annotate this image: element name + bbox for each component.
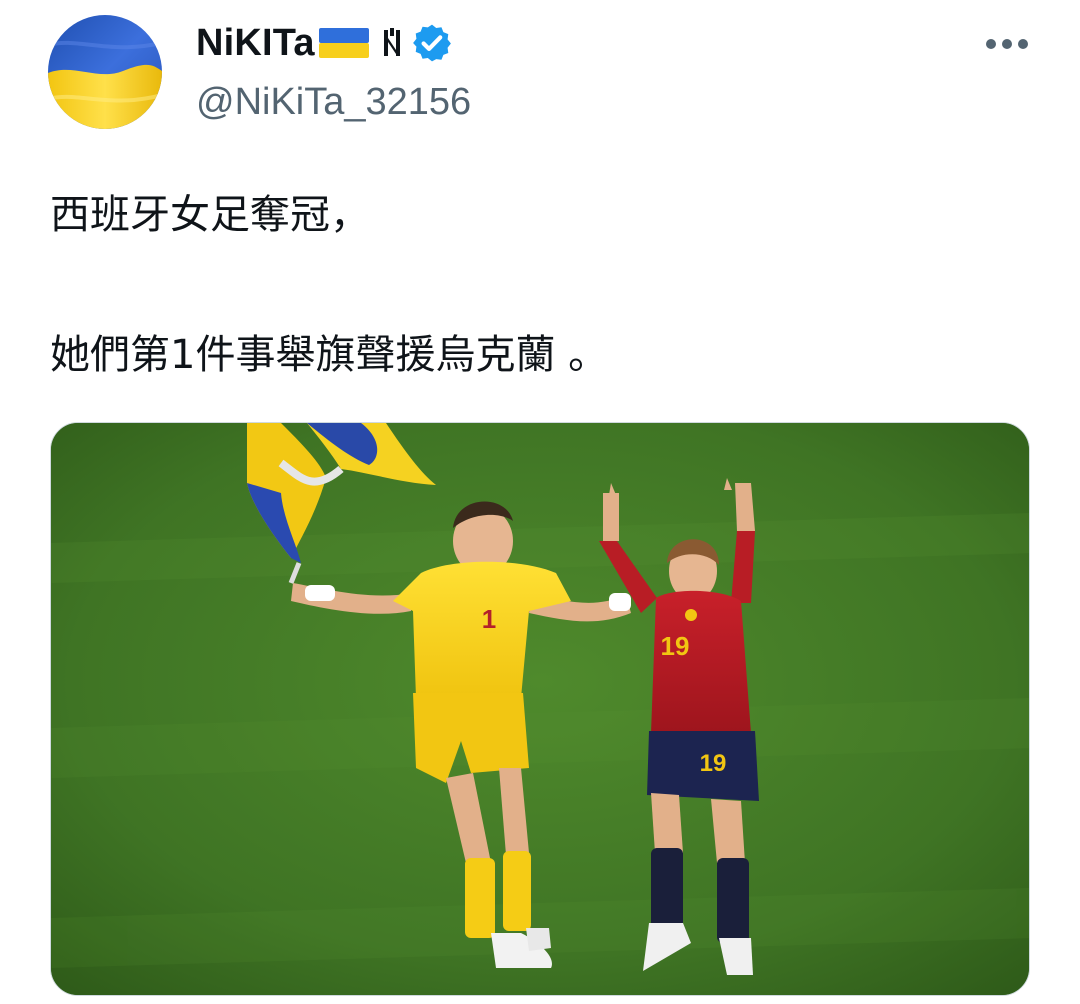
spain-shirt-number: 19 [661, 631, 690, 661]
tweet-text-line-2: 她們第1件事舉旗聲援烏克蘭 。 [50, 332, 609, 378]
user-block: NiKITa @NiKiTa_32156 [196, 18, 471, 126]
ukraine-flag-avatar-icon [48, 15, 162, 129]
trident-icon [381, 28, 403, 58]
verified-badge-icon[interactable] [411, 22, 453, 64]
tweet-text-line-1: 西班牙女足奪冠， [50, 192, 370, 238]
user-handle[interactable]: @NiKiTa_32156 [196, 78, 471, 126]
ukraine-flag-emoji-icon [318, 26, 369, 60]
name-row: NiKITa [196, 18, 471, 68]
goalkeeper-shirt-number: 1 [482, 604, 496, 634]
more-dots-icon [986, 39, 1028, 49]
display-name[interactable]: NiKITa [196, 18, 315, 68]
more-options-button[interactable] [980, 24, 1034, 64]
celebration-photo: 1 19 19 [51, 423, 1029, 995]
tweet-card: NiKITa @NiKiTa_32156 西班牙女足奪冠， 她們第1件事舉旗聲援… [0, 0, 1080, 1004]
avatar[interactable] [48, 15, 162, 129]
tweet-media-photo[interactable]: 1 19 19 [50, 422, 1030, 996]
spain-shorts-number: 19 [700, 750, 727, 777]
